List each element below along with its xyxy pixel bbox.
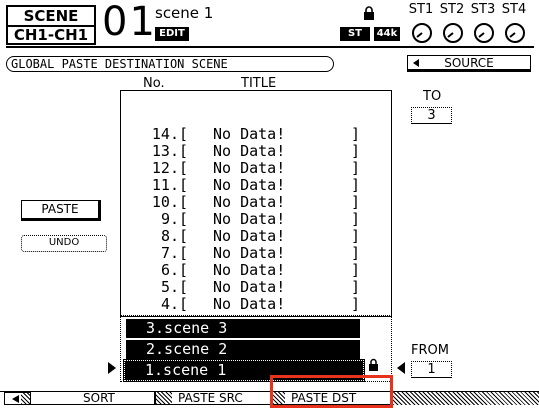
to-value[interactable]: 3 — [411, 107, 452, 124]
highlight-box — [270, 375, 393, 408]
list-item[interactable]: 7.[No Data!] — [121, 228, 391, 262]
list-item[interactable]: 12.[No Data!] — [121, 143, 391, 177]
st2-label: ST2 — [439, 2, 465, 17]
column-header-no: No. — [143, 76, 165, 91]
scene-paste-screen: SCENE CH1-CH1 01 scene 1 EDIT ST 44k ST1… — [0, 0, 539, 408]
page-title: GLOBAL PASTE DESTINATION SCENE — [6, 56, 334, 72]
mode-indicator: SCENE CH1-CH1 — [6, 5, 96, 45]
page-title-text: GLOBAL PASTE DESTINATION SCENE — [11, 57, 228, 71]
source-item[interactable]: 2.scene 2 — [126, 340, 360, 359]
source-button[interactable]: SOURCE — [407, 55, 531, 72]
scene-name: scene 1 — [155, 4, 214, 22]
source-item-label: 1.scene 1 — [145, 361, 227, 379]
st1-label: ST1 — [408, 2, 434, 17]
knob-icon[interactable] — [441, 21, 465, 45]
mode-label: SCENE — [23, 7, 79, 25]
st3-label: ST3 — [470, 2, 496, 17]
list-item[interactable]: 14.[No Data!] — [121, 109, 391, 143]
source-button-label: SOURCE — [444, 56, 494, 70]
source-item[interactable]: 3.scene 3 — [126, 319, 360, 338]
to-label: TO — [423, 89, 442, 104]
from-label: FROM — [411, 343, 449, 358]
paste-button[interactable]: PASTE — [21, 200, 101, 221]
scene-title: No Data! — [213, 295, 286, 313]
st-badge: ST — [340, 27, 370, 41]
column-header-title: TITLE — [241, 76, 277, 91]
st4-label: ST4 — [501, 2, 527, 17]
pointer-right-icon — [108, 362, 116, 374]
list-item[interactable]: 5.[No Data!] — [121, 262, 391, 296]
channel-label: CH1-CH1 — [13, 26, 89, 44]
arrow-left-icon — [12, 395, 19, 403]
sample-rate-badge: 44k — [374, 27, 400, 41]
source-item-label: 3.scene 3 — [146, 319, 228, 337]
undo-button[interactable]: UNDO — [21, 235, 107, 252]
bracket: [ — [179, 295, 189, 313]
tab-label: SORT — [83, 391, 115, 405]
lock-icon — [369, 358, 378, 371]
edit-badge: EDIT — [155, 27, 189, 41]
knob-icon[interactable] — [410, 21, 434, 45]
knob-icon[interactable] — [472, 21, 496, 45]
scene-number: 01 — [102, 0, 157, 45]
bracket: ] — [351, 295, 361, 313]
list-item[interactable]: 13.[No Data!] — [121, 126, 391, 160]
source-item-label: 2.scene 2 — [146, 340, 228, 358]
header-divider — [6, 46, 534, 48]
tab-label: PASTE SRC — [178, 391, 243, 405]
tab-paste-src[interactable]: PASTE SRC — [155, 392, 272, 405]
scene-number: 4. — [160, 295, 179, 313]
tab-scroll-left-button[interactable] — [4, 392, 30, 405]
list-item[interactable]: 9.[No Data!] — [121, 194, 391, 228]
source-scene-list[interactable]: 3.scene 3 2.scene 2 1.scene 1 — [120, 315, 392, 382]
pointer-left-icon — [397, 362, 405, 374]
list-item[interactable]: 10.[No Data!] — [121, 177, 391, 211]
list-item[interactable]: 6.[No Data!] — [121, 245, 391, 279]
tab-sort[interactable]: SORT — [30, 392, 155, 405]
list-item[interactable]: 4.[ No Data!] — [121, 279, 391, 313]
from-value[interactable]: 1 — [411, 361, 452, 378]
destination-scene-list[interactable]: 14.[No Data!] 13.[No Data!] 12.[No Data!… — [120, 90, 392, 317]
lock-icon — [364, 6, 374, 20]
list-item[interactable]: 11.[No Data!] — [121, 160, 391, 194]
knob-icon[interactable] — [503, 21, 527, 45]
list-item[interactable]: 8.[No Data!] — [121, 211, 391, 245]
